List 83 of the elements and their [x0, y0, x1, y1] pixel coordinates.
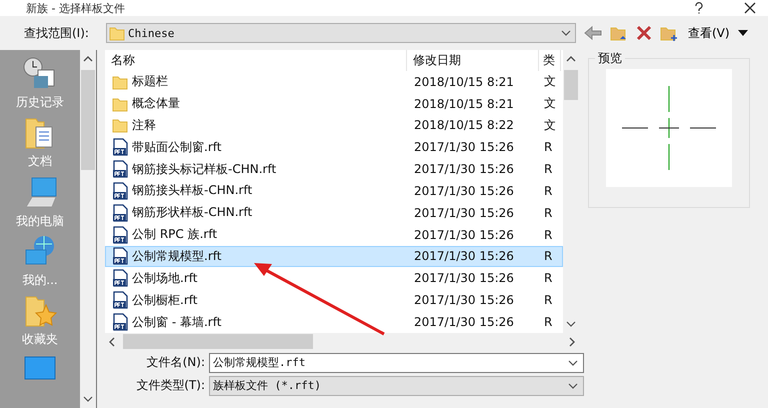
- date-cell-text: 2017/1/30 15:26: [413, 206, 515, 220]
- file-row[interactable]: 钢筋形状样板-CHN.rft 2017/1/30 15:26 R: [105, 202, 563, 224]
- type-cell-text: R: [543, 249, 554, 264]
- column-header[interactable]: 修改日期: [407, 50, 539, 71]
- scrollbar-thumb[interactable]: [123, 334, 313, 349]
- type-cell-text: R: [543, 184, 554, 198]
- file-name[interactable]: 钢筋接头样板-CHN.rft: [132, 182, 252, 200]
- file-name-field[interactable]: 公制常规模型.rft: [209, 352, 584, 372]
- file-name[interactable]: 公制橱柜.rft: [132, 292, 198, 309]
- look-in-label: 查找范围(I):: [24, 24, 90, 42]
- file-row[interactable]: 公制橱柜.rft 2017/1/30 15:26 R: [105, 289, 563, 312]
- date-cell-text: 2017/1/30 15:26: [413, 293, 515, 308]
- file-name[interactable]: 公制窗 - 幕墙.rft: [132, 314, 222, 330]
- type-cell-text: R: [543, 315, 554, 329]
- file-row[interactable]: 概念体量 2018/10/15 8:21 文: [105, 92, 563, 114]
- file-icon: [112, 269, 128, 288]
- type-cell-text: 文: [543, 95, 557, 112]
- file-row[interactable]: 带贴面公制窗.rft 2017/1/30 15:26 R: [105, 136, 563, 158]
- date-cell-text: 2017/1/30 15:26: [413, 315, 515, 329]
- type-cell-text: R: [543, 228, 554, 242]
- file-type-label: 文件类型(T):: [135, 377, 206, 394]
- date-cell-text: 2018/10/15 8:21: [413, 74, 515, 89]
- file-name[interactable]: 标题栏: [132, 73, 168, 90]
- preview-label: 预览: [595, 50, 625, 67]
- file-icon: [112, 291, 128, 310]
- date-cell-text: 2017/1/30 15:26: [413, 249, 515, 264]
- file-icon: [112, 204, 128, 222]
- help-icon[interactable]: [694, 2, 704, 14]
- look-in-dropdown[interactable]: Chinese: [106, 23, 576, 43]
- file-icon: [112, 226, 128, 244]
- file-name[interactable]: 公制 RPC 族.rft: [132, 226, 218, 244]
- type-cell-text: R: [543, 140, 554, 154]
- scrollbar-thumb[interactable]: [564, 70, 578, 100]
- folder-icon: [109, 25, 125, 41]
- type-cell-text: R: [543, 271, 554, 286]
- back-arrow-icon[interactable]: [584, 25, 602, 41]
- type-cell-text: 文: [543, 73, 557, 90]
- file-name[interactable]: 公制场地.rft: [132, 270, 198, 287]
- type-cell-text: R: [543, 293, 554, 308]
- file-row[interactable]: 注释 2018/10/15 8:22 文: [105, 114, 563, 136]
- folder-icon: [112, 117, 128, 134]
- folder-icon: [112, 96, 128, 112]
- file-icon: [112, 138, 128, 156]
- file-row[interactable]: 钢筋接头标记样板-CHN.rft 2017/1/30 15:26 R: [105, 158, 563, 180]
- file-row[interactable]: 钢筋接头样板-CHN.rft 2017/1/30 15:26 R: [105, 180, 563, 202]
- file-row[interactable]: 标题栏 2018/10/15 8:21 文: [105, 70, 563, 93]
- date-cell-text: 2017/1/30 15:26: [413, 162, 515, 176]
- file-name[interactable]: 公制常规模型.rft: [132, 248, 222, 265]
- dropdown-triangle-icon: [738, 30, 748, 36]
- file-row[interactable]: 公制 RPC 族.rft 2017/1/30 15:26 R: [105, 224, 563, 246]
- file-name[interactable]: 钢筋形状样板-CHN.rft: [132, 204, 252, 222]
- new-folder-icon[interactable]: [660, 24, 678, 42]
- file-name[interactable]: 概念体量: [132, 95, 180, 112]
- type-cell-text: 文: [543, 116, 557, 134]
- file-row[interactable]: 公制窗 - 幕墙.rft 2017/1/30 15:26 R: [105, 311, 563, 333]
- file-type-dropdown[interactable]: 族样板文件 (*.rft): [209, 376, 584, 396]
- file-name[interactable]: 钢筋接头标记样板-CHN.rft: [132, 160, 276, 178]
- file-icon: [112, 160, 128, 178]
- type-cell-text: R: [543, 206, 554, 220]
- folder-icon: [112, 74, 128, 90]
- delete-icon[interactable]: [636, 25, 652, 41]
- date-cell-text: 2017/1/30 15:26: [413, 228, 515, 242]
- file-name[interactable]: 注释: [132, 116, 156, 134]
- vertical-scrollbar[interactable]: [80, 50, 96, 408]
- date-cell-text: 2017/1/30 15:26: [413, 140, 515, 154]
- scrollbar-thumb[interactable]: [81, 70, 95, 170]
- window-title: 新族 - 选择样板文件: [26, 0, 125, 16]
- file-row[interactable]: 公制场地.rft 2017/1/30 15:26 R: [105, 267, 563, 290]
- folder-up-icon[interactable]: [610, 24, 628, 42]
- file-name-label: 文件名(N):: [146, 354, 206, 371]
- file-row-selected[interactable]: 公制常规模型.rft 2017/1/30 15:26 R: [105, 246, 563, 268]
- date-cell-text: 2018/10/15 8:22: [413, 118, 515, 132]
- type-cell-text: R: [543, 162, 554, 176]
- file-icon: [112, 182, 128, 200]
- column-header[interactable]: 名称: [105, 50, 407, 71]
- date-cell-text: 2018/10/15 8:21: [413, 96, 515, 111]
- date-cell-text: 2017/1/30 15:26: [413, 184, 515, 198]
- date-cell-text: 2017/1/30 15:26: [413, 271, 515, 286]
- column-header[interactable]: 类: [539, 50, 561, 71]
- file-name[interactable]: 带贴面公制窗.rft: [132, 138, 222, 156]
- file-icon: [112, 247, 128, 266]
- view-menu-button[interactable]: 查看(V): [684, 24, 748, 42]
- close-icon[interactable]: [744, 2, 756, 14]
